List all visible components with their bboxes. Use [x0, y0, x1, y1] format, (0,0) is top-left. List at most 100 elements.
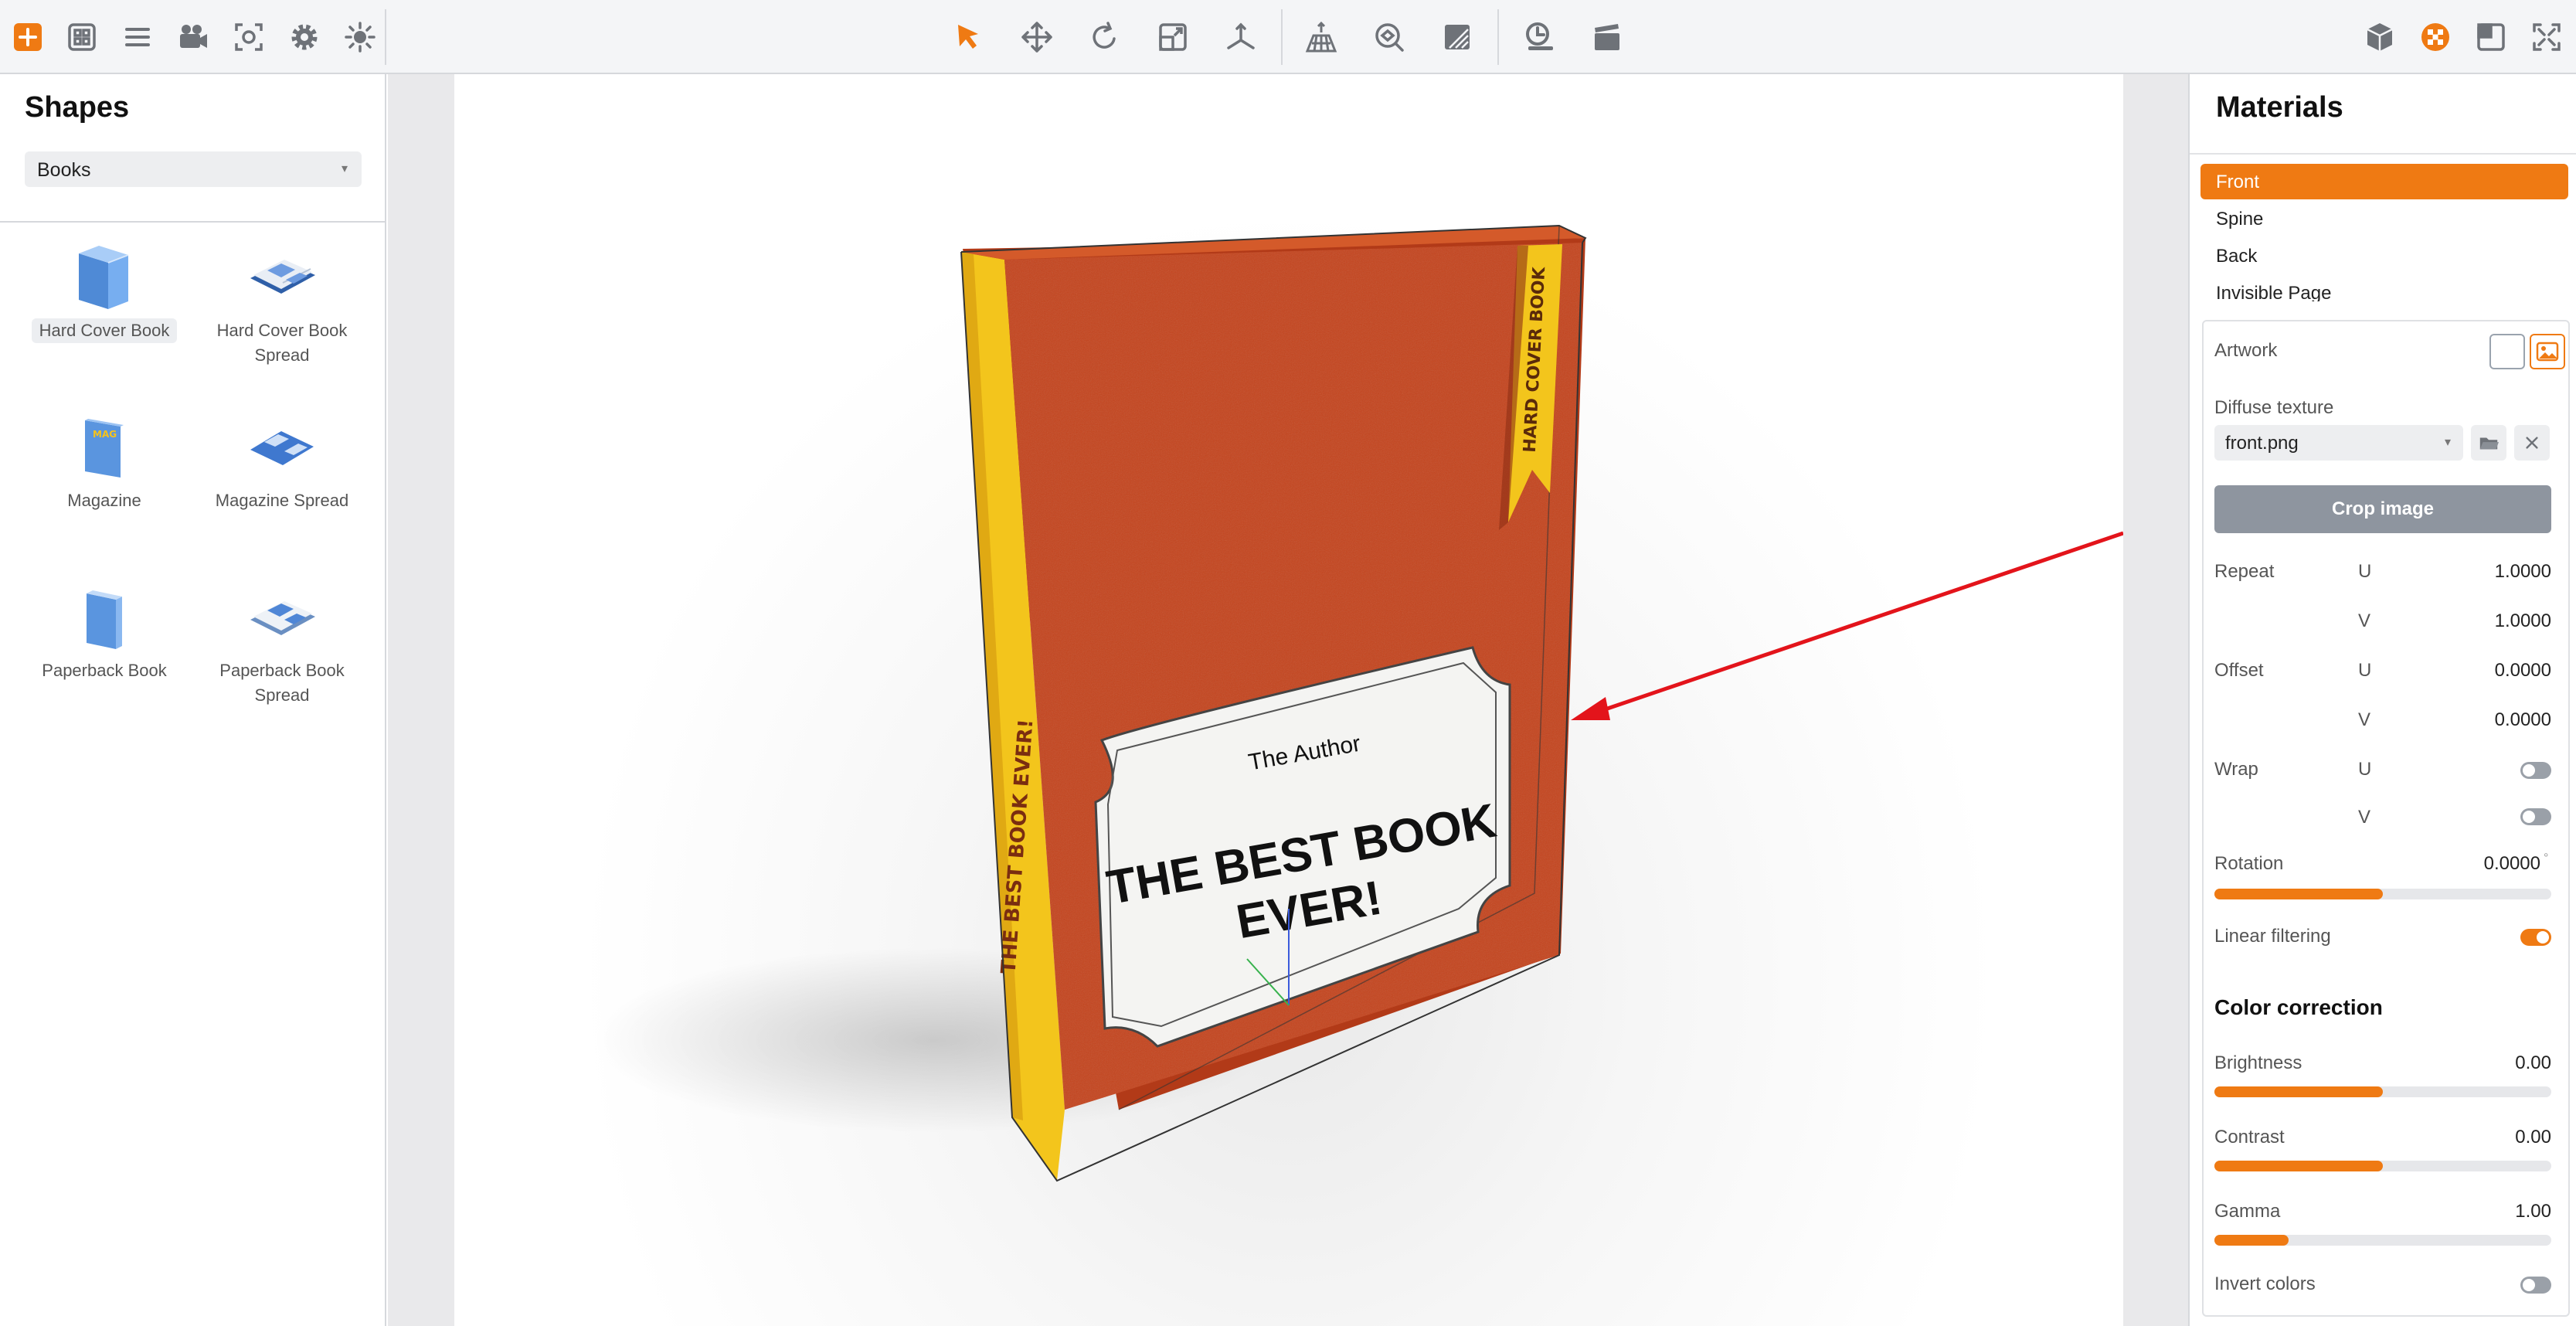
texture-file-select[interactable]: front.png ▾: [2214, 425, 2463, 461]
open-folder-button[interactable]: [2471, 425, 2506, 461]
contrast-input[interactable]: 0.00: [2435, 1127, 2551, 1148]
shape-label: Magazine Spread: [215, 491, 349, 510]
invert-colors-toggle[interactable]: [2520, 1277, 2551, 1294]
paperback-book-icon: [70, 580, 139, 654]
grid-icon[interactable]: [60, 15, 104, 59]
wrap-v-toggle[interactable]: [2520, 808, 2551, 825]
add-icon[interactable]: [6, 15, 49, 59]
background-icon[interactable]: [1436, 15, 1479, 59]
image-artwork-button[interactable]: [2530, 334, 2565, 369]
color-correction-title: Color correction: [2214, 995, 2383, 1019]
toolbar-divider: [1497, 9, 1499, 65]
gear-icon[interactable]: [283, 15, 326, 59]
diffuse-texture-label: Diffuse texture: [2214, 397, 2334, 418]
material-invisible-page[interactable]: Invisible Page: [2200, 275, 2568, 301]
shape-paperback-book-spread[interactable]: Paperback Book Spread: [193, 580, 371, 708]
book-spread-icon: [247, 240, 317, 314]
material-properties: Artwork Diffuse texture front.png ▾ Crop…: [2202, 320, 2570, 1317]
move-icon[interactable]: [1015, 15, 1059, 59]
shape-magazine-spread[interactable]: Magazine Spread: [193, 410, 371, 513]
axes-icon[interactable]: [1219, 15, 1263, 59]
shape-paperback-book[interactable]: Paperback Book: [15, 580, 193, 683]
wrap-label: Wrap: [2214, 759, 2258, 780]
shapes-title: Shapes: [25, 91, 130, 124]
viewport[interactable]: THE BEST BOOK EVER! HARD COVER BOOK The …: [388, 74, 2188, 1326]
offset-label: Offset: [2214, 660, 2264, 681]
rotation-slider-fill: [2214, 889, 2383, 899]
hard-cover-book-icon: [70, 240, 139, 314]
select-arrow-icon[interactable]: [947, 15, 991, 59]
toolbar-divider: [1281, 9, 1283, 65]
svg-text:MAG: MAG: [93, 429, 117, 440]
book-render: THE BEST BOOK EVER! HARD COVER BOOK The …: [593, 224, 2123, 1182]
orbit-icon[interactable]: [1368, 15, 1411, 59]
materials-panel: Materials Front Spine Back Invisible Pag…: [2188, 74, 2576, 1326]
texture-file-value: front.png: [2225, 433, 2299, 454]
material-spine[interactable]: Spine: [2200, 201, 2568, 236]
panel-divider: [0, 221, 386, 223]
brightness-label: Brightness: [2214, 1052, 2302, 1073]
rotation-unit: °: [2544, 852, 2549, 865]
timer-icon[interactable]: [1517, 15, 1561, 59]
offset-v-input[interactable]: 0.0000: [2435, 709, 2551, 731]
repeat-v-input[interactable]: 1.0000: [2435, 610, 2551, 632]
scale-icon[interactable]: [1151, 15, 1195, 59]
material-front[interactable]: Front: [2200, 164, 2568, 199]
panel-divider: [2190, 153, 2576, 155]
gamma-input[interactable]: 1.00: [2435, 1201, 2551, 1222]
repeat-v-label: V: [2358, 610, 2371, 631]
chevron-down-icon: ▾: [341, 162, 348, 175]
offset-u-label: U: [2358, 660, 2372, 681]
contrast-slider-fill: [2214, 1161, 2383, 1171]
shape-hard-cover-book[interactable]: Hard Cover Book: [15, 240, 193, 343]
sun-icon[interactable]: [338, 15, 382, 59]
category-value: Books: [37, 159, 91, 181]
solid-color-button[interactable]: [2489, 334, 2525, 369]
shape-label: Paperback Book Spread: [219, 661, 345, 705]
camera-icon[interactable]: [172, 15, 215, 59]
contrast-label: Contrast: [2214, 1127, 2285, 1148]
magazine-spread-icon: [247, 410, 317, 484]
clear-texture-button[interactable]: [2514, 425, 2550, 461]
rotation-input[interactable]: 0.0000: [2428, 853, 2540, 875]
gamma-slider[interactable]: [2214, 1235, 2551, 1246]
paperback-spread-icon: [247, 580, 317, 654]
repeat-u-input[interactable]: 1.0000: [2435, 561, 2551, 583]
rotation-label: Rotation: [2214, 853, 2284, 874]
offset-u-input[interactable]: 0.0000: [2435, 660, 2551, 682]
invert-colors-label: Invert colors: [2214, 1273, 2316, 1294]
linear-filtering-toggle[interactable]: [2520, 929, 2551, 946]
rotate-icon[interactable]: [1083, 15, 1127, 59]
crop-image-button[interactable]: Crop image: [2214, 485, 2551, 533]
annotation-arrow: [1582, 531, 2123, 719]
rotation-slider[interactable]: [2214, 889, 2551, 899]
cube-icon[interactable]: [2358, 15, 2401, 59]
focus-icon[interactable]: [227, 15, 270, 59]
brightness-input[interactable]: 0.00: [2435, 1052, 2551, 1074]
brightness-slider[interactable]: [2214, 1086, 2551, 1097]
repeat-label: Repeat: [2214, 561, 2275, 582]
image-icon: [2536, 342, 2559, 362]
panel-icon[interactable]: [2469, 15, 2513, 59]
repeat-u-label: U: [2358, 561, 2372, 582]
contrast-slider[interactable]: [2214, 1161, 2551, 1171]
app-window: Shapes Books ▾ Hard Cover Book Hard Cove…: [0, 0, 2576, 1326]
wrap-u-toggle[interactable]: [2520, 762, 2551, 779]
offset-v-label: V: [2358, 709, 2371, 730]
material-back[interactable]: Back: [2200, 238, 2568, 274]
shape-hard-cover-book-spread[interactable]: Hard Cover Book Spread: [193, 240, 371, 368]
toolbar-divider: [385, 9, 386, 65]
top-toolbar: [0, 0, 2576, 74]
wrap-u-label: U: [2358, 759, 2372, 780]
shape-magazine[interactable]: MAG Magazine: [15, 410, 193, 513]
linear-filtering-label: Linear filtering: [2214, 926, 2331, 947]
close-icon: [2526, 437, 2538, 449]
floor-grid-icon[interactable]: [1300, 15, 1343, 59]
render-canvas[interactable]: THE BEST BOOK EVER! HARD COVER BOOK The …: [454, 74, 2123, 1326]
materials-icon[interactable]: [2414, 15, 2457, 59]
list-icon[interactable]: [116, 15, 159, 59]
clapperboard-icon[interactable]: [1585, 15, 1629, 59]
magazine-icon: MAG: [70, 410, 139, 484]
fullscreen-icon[interactable]: [2525, 15, 2568, 59]
category-select[interactable]: Books ▾: [25, 151, 362, 187]
